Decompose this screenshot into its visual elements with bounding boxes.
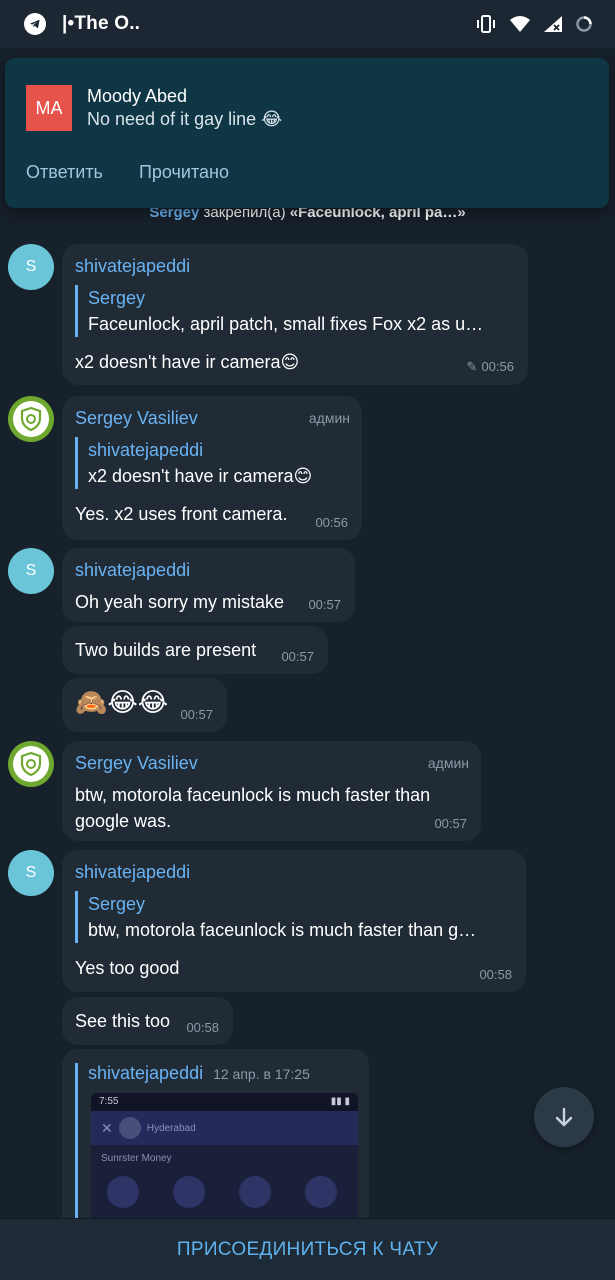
arrow-down-icon bbox=[555, 1107, 573, 1127]
admin-logo-icon bbox=[13, 401, 49, 437]
message-bubble[interactable]: 🙈😂😂 00:57 bbox=[62, 678, 227, 732]
reply-quote[interactable]: Sergey Faceunlock, april patch, small fi… bbox=[75, 285, 514, 337]
telegram-icon bbox=[24, 13, 46, 35]
sender-name: Sergey Vasiliev bbox=[75, 408, 198, 428]
message-time: 00:58 bbox=[186, 1020, 219, 1035]
status-bar: |•The O.. bbox=[0, 0, 615, 48]
message-time: 00:57 bbox=[281, 649, 314, 664]
reply-sender: shivatejapeddi bbox=[88, 440, 204, 460]
status-app-title: |•The O.. bbox=[62, 13, 141, 34]
join-chat-button[interactable]: ПРИСОЕДИНИТЬСЯ К ЧАТУ bbox=[0, 1218, 615, 1280]
scroll-down-button[interactable] bbox=[534, 1087, 594, 1147]
sender-name: shivatejapeddi bbox=[75, 256, 191, 276]
forward-sender[interactable]: shivatejapeddi bbox=[88, 1063, 203, 1083]
chat-area[interactable]: Sergey закрепил(а) «Faceunlock, april pa… bbox=[0, 48, 615, 1218]
notification-message: No need of it gay line 😂 bbox=[87, 109, 283, 129]
admin-logo-icon bbox=[13, 746, 49, 782]
message-bubble[interactable]: Two builds are present 00:57 bbox=[62, 626, 328, 674]
mark-read-button[interactable]: Прочитано bbox=[139, 162, 229, 183]
avatar bbox=[118, 1117, 141, 1139]
message-text: Oh yeah sorry my mistake bbox=[75, 592, 285, 612]
message-text: x2 doesn't have ir camera😊 bbox=[75, 352, 300, 372]
admin-badge: админ bbox=[308, 410, 350, 426]
avatar[interactable]: S bbox=[8, 850, 54, 896]
preview-header: ✕ Hyderabad bbox=[91, 1111, 358, 1145]
message-bubble[interactable]: shivatejapeddi Sergey Faceunlock, april … bbox=[62, 244, 528, 385]
forward-block: shivatejapeddi 12 апр. в 17:25 7:55 ▮▮ ▮ ✕… bbox=[75, 1063, 358, 1218]
notification-avatar: MA bbox=[26, 85, 72, 131]
message-bubble[interactable]: See this too 00:58 bbox=[62, 997, 233, 1045]
message-time: 00:57 bbox=[308, 597, 341, 612]
reply-button[interactable]: Ответить bbox=[26, 162, 103, 183]
message-text: Two builds are present bbox=[75, 640, 257, 660]
notification-popup[interactable]: MA Moody Abed No need of it gay line 😂 О… bbox=[5, 58, 609, 208]
preview-status: 7:55 ▮▮ ▮ bbox=[91, 1093, 358, 1111]
message-bubble[interactable]: Sergey Vasiliev админ shivatejapeddi x2 … bbox=[62, 396, 362, 540]
join-chat-label: ПРИСОЕДИНИТЬСЯ К ЧАТУ bbox=[176, 1238, 439, 1260]
message-bubble[interactable]: shivatejapeddi Oh yeah sorry my mistake … bbox=[62, 548, 355, 622]
message-bubble[interactable]: shivatejapeddi Sergey btw, motorola face… bbox=[62, 850, 526, 992]
avatar[interactable]: S bbox=[8, 548, 54, 594]
preview-text: Sunrster Money bbox=[101, 1153, 172, 1164]
message-text: Yes. x2 uses front camera. bbox=[75, 504, 288, 524]
loading-icon bbox=[576, 16, 592, 32]
message-time: 00:57 bbox=[180, 707, 213, 722]
reply-text: x2 doesn't have ir camera😊 bbox=[88, 466, 313, 486]
notification-sender: Moody Abed bbox=[87, 86, 188, 106]
message-text: Yes too good bbox=[75, 958, 180, 978]
pencil-icon: ✎ bbox=[466, 359, 478, 374]
preview-body: Sunrster Money bbox=[91, 1145, 358, 1216]
sender-name: shivatejapeddi bbox=[75, 862, 191, 882]
close-icon: ✕ bbox=[101, 1119, 113, 1136]
forward-date: 12 апр. в 17:25 bbox=[213, 1066, 310, 1082]
message-time: 00:56 bbox=[315, 515, 348, 530]
preview-icons bbox=[101, 1176, 348, 1208]
reply-sender: Sergey bbox=[88, 288, 146, 308]
message-time: ✎ 00:56 bbox=[466, 359, 514, 374]
screenshot-image[interactable]: 7:55 ▮▮ ▮ ✕ Hyderabad Sunrster Money bbox=[91, 1093, 358, 1218]
reply-quote[interactable]: shivatejapeddi x2 doesn't have ir camera… bbox=[75, 437, 348, 489]
admin-badge: админ bbox=[427, 755, 469, 771]
message-text: btw, motorola faceunlock is much faster … bbox=[75, 785, 431, 831]
reply-text: Faceunlock, april patch, small fixes Fox… bbox=[88, 314, 484, 334]
reply-quote[interactable]: Sergey btw, motorola faceunlock is much … bbox=[75, 891, 512, 943]
avatar[interactable]: S bbox=[8, 244, 54, 290]
signal-icon bbox=[544, 16, 562, 32]
message-time: 00:57 bbox=[434, 816, 467, 831]
forwarded-message-bubble[interactable]: shivatejapeddi 12 апр. в 17:25 7:55 ▮▮ ▮ ✕… bbox=[62, 1049, 369, 1218]
reply-sender: Sergey bbox=[88, 894, 146, 914]
wifi-icon bbox=[510, 16, 530, 32]
vibrate-icon bbox=[477, 15, 495, 33]
avatar[interactable] bbox=[8, 396, 54, 442]
avatar[interactable] bbox=[8, 741, 54, 787]
message-time: 00:58 bbox=[479, 967, 512, 982]
message-bubble[interactable]: Sergey Vasiliev админ btw, motorola face… bbox=[62, 741, 481, 841]
reply-text: btw, motorola faceunlock is much faster … bbox=[88, 920, 477, 940]
sender-name: Sergey Vasiliev bbox=[75, 753, 198, 773]
sender-name: shivatejapeddi bbox=[75, 560, 191, 580]
preview-label: Hyderabad bbox=[146, 1122, 196, 1134]
